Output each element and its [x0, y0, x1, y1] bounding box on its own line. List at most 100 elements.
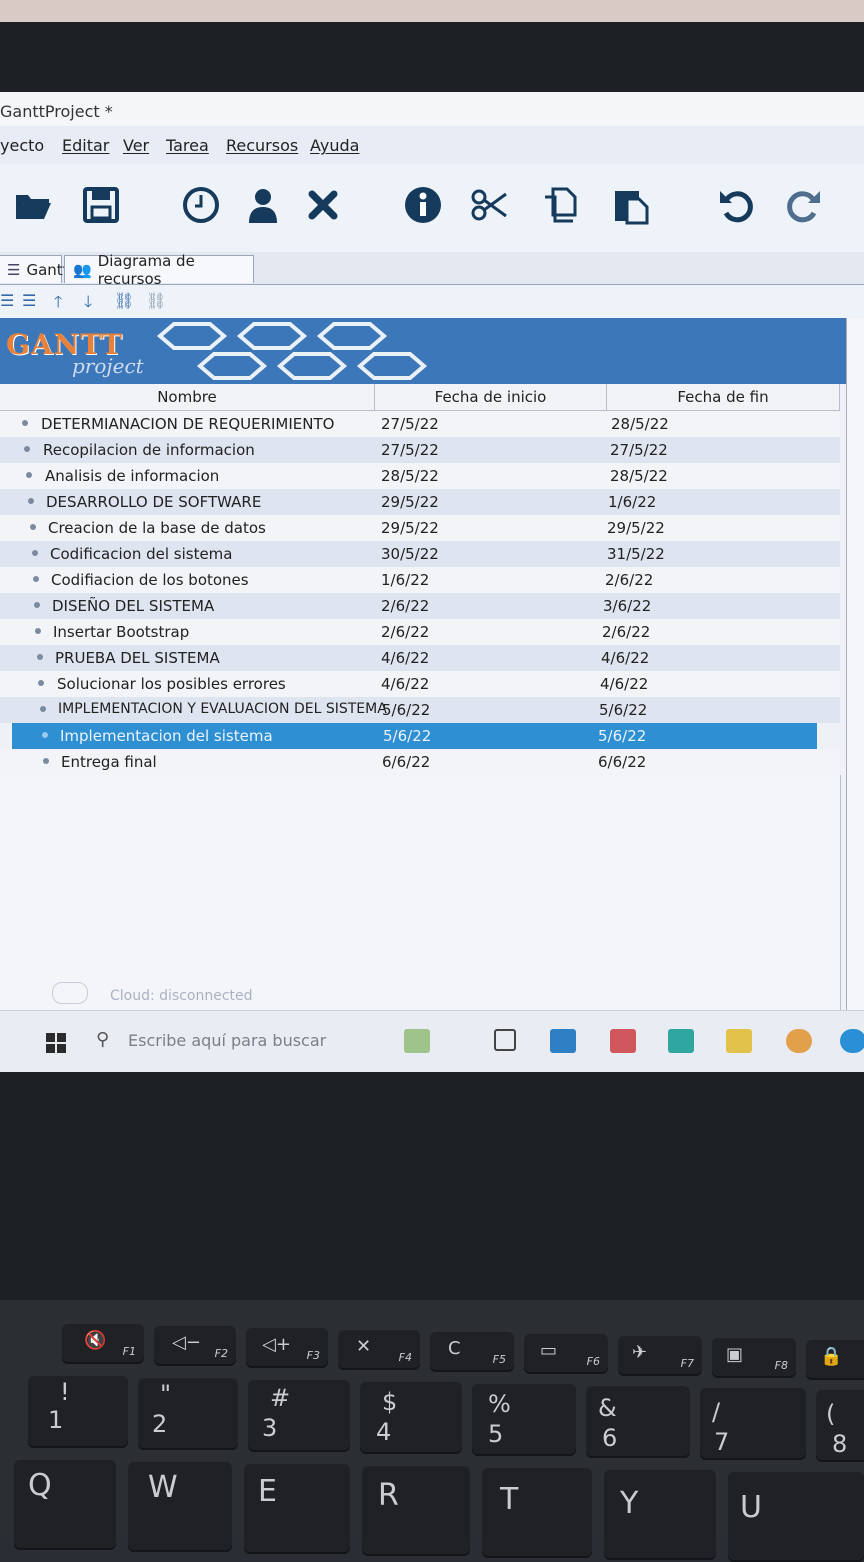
- key-f5[interactable]: C F5: [430, 1332, 514, 1372]
- key-y[interactable]: Y: [604, 1470, 716, 1560]
- column-header-start[interactable]: Fecha de inicio: [375, 384, 607, 410]
- task-end: 28/5/22: [610, 467, 668, 485]
- unlink-icon[interactable]: ⛓: [146, 291, 166, 310]
- task-end: 5/6/22: [598, 727, 647, 745]
- clock-icon[interactable]: [178, 182, 224, 228]
- copy-icon[interactable]: [538, 182, 584, 228]
- table-row[interactable]: Analisis de informacion 28/5/22 28/5/22: [0, 463, 840, 489]
- key-f7[interactable]: ✈ F7: [618, 1336, 702, 1376]
- bullet-icon: [22, 420, 28, 426]
- app-l-icon[interactable]: [668, 1029, 694, 1053]
- table-row[interactable]: Solucionar los posibles errores 4/6/22 4…: [0, 671, 840, 697]
- key-1[interactable]: ! 1: [28, 1376, 128, 1448]
- column-header-end[interactable]: Fecha de fin: [607, 384, 840, 410]
- windows-taskbar: ⚲ Escribe aquí para buscar: [0, 1010, 864, 1072]
- cloud-status: Cloud: disconnected: [110, 988, 253, 1004]
- table-row[interactable]: Entrega final 6/6/22 6/6/22: [0, 749, 840, 775]
- undo-icon[interactable]: [714, 182, 760, 228]
- key-7[interactable]: /7: [700, 1388, 806, 1460]
- table-row[interactable]: PRUEBA DEL SISTEMA 4/6/22 4/6/22: [0, 645, 840, 671]
- key-f1[interactable]: 🔇 F1: [62, 1324, 144, 1364]
- key-5[interactable]: % 5: [472, 1384, 576, 1456]
- desk-background: [0, 0, 864, 22]
- task-end: 31/5/22: [607, 545, 665, 563]
- key-4[interactable]: $4: [360, 1382, 462, 1454]
- table-row[interactable]: Recopilacion de informacion 27/5/22 27/5…: [0, 437, 840, 463]
- cloud-toggle-icon[interactable]: [52, 982, 88, 1004]
- mail-icon[interactable]: [550, 1029, 576, 1053]
- task-start: 27/5/22: [381, 415, 439, 433]
- gantt-icon: ☰: [7, 260, 21, 279]
- tab-resources[interactable]: 👥 Diagrama de recursos: [64, 252, 254, 288]
- ganttproject-logo: GANTT project: [6, 328, 144, 378]
- weather-icon[interactable]: [404, 1029, 430, 1053]
- key-q[interactable]: Q: [14, 1460, 116, 1550]
- column-header-name[interactable]: Nombre: [0, 384, 375, 410]
- table-row[interactable]: DISEÑO DEL SISTEMA 2/6/22 3/6/22: [0, 593, 840, 619]
- chart-area-edge: [846, 318, 864, 1072]
- key-3[interactable]: #3: [248, 1380, 350, 1452]
- key-f4[interactable]: ✕ F4: [338, 1330, 420, 1370]
- key-t[interactable]: T: [482, 1468, 592, 1558]
- menu-proyecto[interactable]: yecto: [0, 136, 44, 155]
- info-icon[interactable]: [400, 182, 446, 228]
- table-row[interactable]: IMPLEMENTACION Y EVALUACION DEL SISTEMA …: [0, 697, 840, 723]
- key-f2[interactable]: ◁− F2: [154, 1326, 236, 1366]
- search-icon: ⚲: [96, 1029, 110, 1050]
- key-f9[interactable]: 🔒: [806, 1340, 864, 1380]
- table-row[interactable]: DESARROLLO DE SOFTWARE 29/5/22 1/6/22: [0, 489, 840, 515]
- screen: GanttProject * yecto Editar Ver Tarea Re…: [0, 92, 864, 1072]
- menu-ayuda[interactable]: Ayuda: [310, 136, 359, 155]
- key-f8[interactable]: ▣ F8: [712, 1338, 796, 1378]
- key-u[interactable]: U: [728, 1472, 864, 1562]
- bullet-icon: [42, 732, 48, 738]
- bullet-icon: [38, 680, 44, 686]
- delete-icon[interactable]: [300, 182, 346, 228]
- table-row[interactable]: Codifiacion de los botones 1/6/22 2/6/22: [0, 567, 840, 593]
- logo-project: project: [72, 354, 144, 378]
- table-row-selected[interactable]: Implementacion del sistema 5/6/22 5/6/22: [12, 723, 817, 749]
- task-name: Entrega final: [61, 753, 157, 771]
- key-e[interactable]: E: [244, 1464, 350, 1554]
- key-w[interactable]: W: [128, 1462, 232, 1552]
- person-icon[interactable]: [240, 182, 286, 228]
- table-row[interactable]: Insertar Bootstrap 2/6/22 2/6/22: [0, 619, 840, 645]
- table-row[interactable]: Codificacion del sistema 30/5/22 31/5/22: [0, 541, 840, 567]
- taskbar-search-input[interactable]: Escribe aquí para buscar: [128, 1031, 326, 1050]
- indent-icon[interactable]: ☰: [22, 291, 36, 310]
- key-6[interactable]: & 6: [586, 1386, 690, 1458]
- link-icon[interactable]: ⛓: [114, 291, 134, 310]
- table-row[interactable]: Creacion de la base de datos 29/5/22 29/…: [0, 515, 840, 541]
- task-start: 30/5/22: [381, 545, 439, 563]
- bullet-icon: [26, 472, 32, 478]
- file-explorer-icon[interactable]: [726, 1029, 752, 1053]
- tab-gantt[interactable]: ☰ Gantt: [0, 255, 69, 283]
- office-icon[interactable]: [610, 1029, 636, 1053]
- key-f6[interactable]: ▭ F6: [524, 1334, 608, 1374]
- chrome-icon[interactable]: [786, 1029, 812, 1053]
- cut-icon[interactable]: [466, 182, 512, 228]
- edge-icon[interactable]: [840, 1029, 864, 1053]
- windows-start-icon[interactable]: [46, 1033, 66, 1053]
- bullet-icon: [30, 524, 36, 530]
- open-folder-icon[interactable]: [10, 182, 56, 228]
- menu-editar[interactable]: Editar: [62, 136, 109, 155]
- table-row[interactable]: DETERMIANACION DE REQUERIMIENTO 27/5/22 …: [0, 411, 840, 437]
- redo-icon[interactable]: [780, 182, 826, 228]
- task-view-icon[interactable]: [494, 1029, 516, 1051]
- menu-tarea[interactable]: Tarea: [166, 136, 209, 155]
- menu-recursos[interactable]: Recursos: [226, 136, 298, 155]
- key-2[interactable]: " 2: [138, 1378, 238, 1450]
- tab-resources-label: Diagrama de recursos: [97, 251, 195, 288]
- save-icon[interactable]: [78, 182, 124, 228]
- key-r[interactable]: R: [362, 1466, 470, 1556]
- bullet-icon: [32, 550, 38, 556]
- move-down-icon[interactable]: 🡓: [84, 291, 92, 318]
- key-8[interactable]: (8: [816, 1390, 864, 1462]
- move-up-icon[interactable]: 🡑: [54, 291, 62, 318]
- menu-ver[interactable]: Ver: [123, 136, 149, 155]
- key-f3[interactable]: ◁+ F3: [246, 1328, 328, 1368]
- task-start: 2/6/22: [381, 597, 430, 615]
- paste-icon[interactable]: [608, 182, 654, 228]
- outdent-icon[interactable]: ☰: [0, 291, 14, 310]
